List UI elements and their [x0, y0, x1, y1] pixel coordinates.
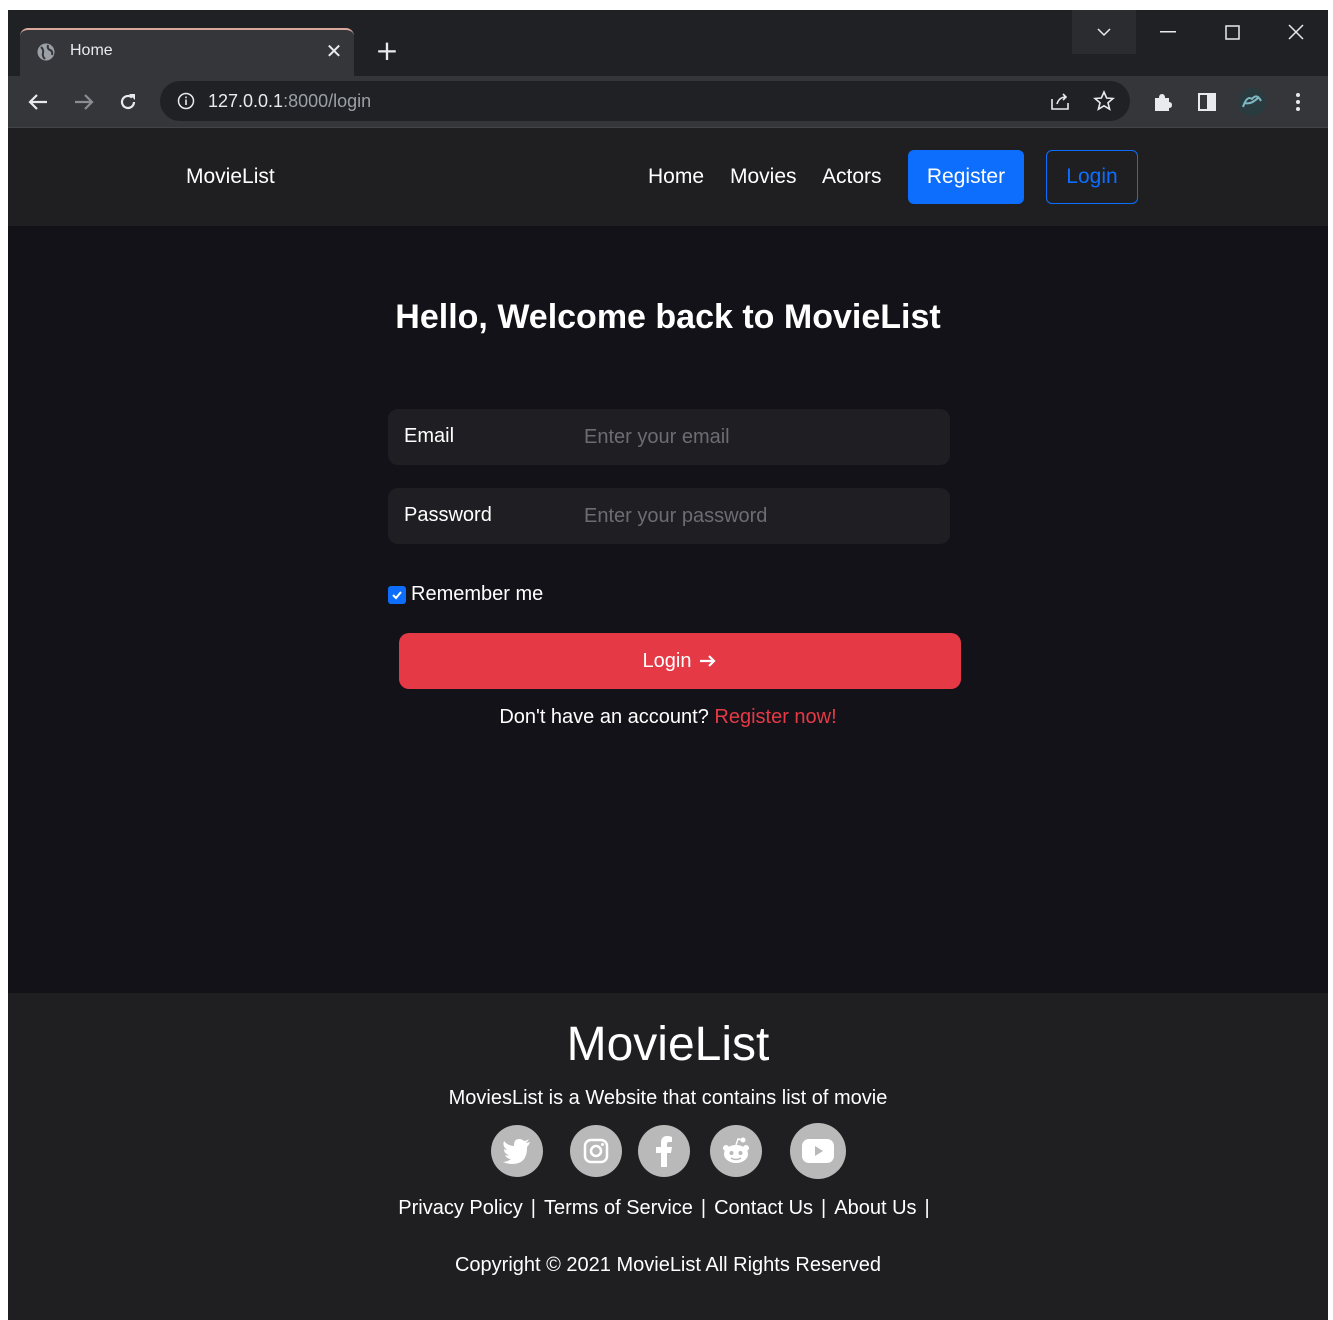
email-field-group: Email — [388, 409, 950, 465]
social-links — [8, 1123, 1328, 1181]
arrow-right-icon — [75, 94, 94, 110]
contact-us-link[interactable]: Contact Us — [714, 1197, 813, 1219]
reddit-icon[interactable] — [710, 1125, 762, 1177]
login-submit-button[interactable]: Login — [399, 633, 961, 689]
puzzle-icon — [1155, 94, 1172, 111]
email-field[interactable] — [584, 417, 934, 457]
url-host: 127.0.0.1 — [208, 91, 284, 111]
url-path: :8000/login — [283, 91, 372, 111]
email-label: Email — [404, 425, 455, 447]
terms-of-service-link[interactable]: Terms of Service — [544, 1197, 693, 1219]
checkmark-icon — [392, 590, 402, 599]
close-window-button[interactable] — [1264, 10, 1328, 54]
tab-close-icon[interactable]: ✕ — [322, 39, 346, 63]
remember-me: Remember me — [388, 583, 543, 606]
footer-tagline: MoviesList is a Website that contains li… — [448, 1087, 888, 1109]
password-label: Password — [404, 504, 492, 526]
maximize-icon — [1224, 24, 1240, 40]
instagram-icon[interactable] — [570, 1125, 622, 1177]
register-now-link[interactable]: Register now! — [714, 706, 836, 728]
register-button[interactable]: Register — [908, 150, 1024, 204]
footer-link-separator: | — [530, 1197, 536, 1219]
back-button[interactable] — [22, 86, 54, 118]
nav-login-button[interactable]: Login — [1046, 150, 1138, 204]
about-us-link[interactable]: About Us — [834, 1197, 916, 1219]
browser-toolbar: 127.0.0.1:8000/login — [8, 76, 1328, 128]
share-icon[interactable] — [1048, 89, 1072, 113]
address-bar[interactable]: 127.0.0.1:8000/login — [160, 81, 1130, 121]
arrow-left-icon — [28, 94, 47, 110]
facebook-icon[interactable] — [638, 1125, 690, 1177]
new-tab-button[interactable]: + — [372, 37, 402, 67]
signup-prompt: Don't have an account? Register now! — [8, 706, 1328, 729]
info-icon[interactable] — [174, 89, 198, 113]
side-panel-icon — [1198, 93, 1216, 111]
navbar-brand[interactable]: MovieList — [186, 165, 275, 189]
footer-link-separator: | — [924, 1197, 930, 1219]
password-field-group: Password — [388, 488, 950, 544]
window-controls — [1072, 10, 1328, 54]
twitter-icon[interactable] — [491, 1125, 543, 1177]
tab-strip: Home ✕ + — [8, 10, 1328, 76]
footer-links: Privacy Policy | Terms of Service | Contact … — [8, 1197, 1328, 1220]
login-section: Hello, Welcome back to MovieList Email P… — [8, 226, 1328, 993]
side-panel-button[interactable] — [1191, 86, 1223, 118]
signup-prompt-text: Don't have an account? — [499, 706, 709, 728]
copyright-text: Copyright © 2021 MovieList All Rights Re… — [454, 1254, 882, 1276]
site-footer: MovieList MoviesList is a Website that c… — [8, 993, 1328, 1320]
profile-avatar[interactable] — [1236, 86, 1268, 118]
forward-button[interactable] — [68, 86, 100, 118]
nav-link-home[interactable]: Home — [648, 165, 704, 189]
arrow-right-icon — [700, 655, 717, 667]
privacy-policy-link[interactable]: Privacy Policy — [398, 1197, 522, 1219]
site-navbar: MovieList Home Movies Actors Register Lo… — [8, 128, 1328, 226]
url-text: 127.0.0.1:8000/login — [208, 91, 371, 112]
avatar-icon — [1238, 88, 1266, 116]
tab-search-button[interactable] — [1072, 10, 1136, 54]
browser-tab[interactable]: Home ✕ — [20, 28, 354, 76]
tab-title: Home — [70, 42, 113, 59]
browser-window: Home ✕ + 127.0.0.1:8000/login MovieList … — [8, 10, 1328, 1320]
password-field[interactable] — [584, 496, 934, 536]
reload-icon — [120, 94, 136, 110]
extensions-button[interactable] — [1146, 86, 1178, 118]
login-submit-label: Login — [642, 649, 692, 672]
star-icon[interactable] — [1092, 89, 1116, 113]
remember-checkbox[interactable] — [388, 585, 406, 604]
nav-link-actors[interactable]: Actors — [822, 165, 882, 189]
minimize-icon — [1160, 31, 1176, 33]
youtube-icon[interactable] — [790, 1123, 846, 1179]
remember-label[interactable]: Remember me — [411, 583, 543, 606]
chevron-down-icon — [1097, 28, 1111, 37]
kebab-menu-icon — [1296, 93, 1300, 111]
nav-link-movies[interactable]: Movies — [730, 165, 797, 189]
minimize-button[interactable] — [1136, 10, 1200, 54]
footer-brand: MovieList — [566, 1018, 770, 1071]
reload-button[interactable] — [112, 86, 144, 118]
page-title: Hello, Welcome back to MovieList — [395, 298, 941, 336]
footer-link-separator: | — [821, 1197, 827, 1219]
close-icon — [1288, 24, 1304, 40]
menu-button[interactable] — [1282, 86, 1314, 118]
footer-link-separator: | — [700, 1197, 707, 1219]
maximize-button[interactable] — [1200, 10, 1264, 54]
globe-icon — [36, 42, 56, 62]
